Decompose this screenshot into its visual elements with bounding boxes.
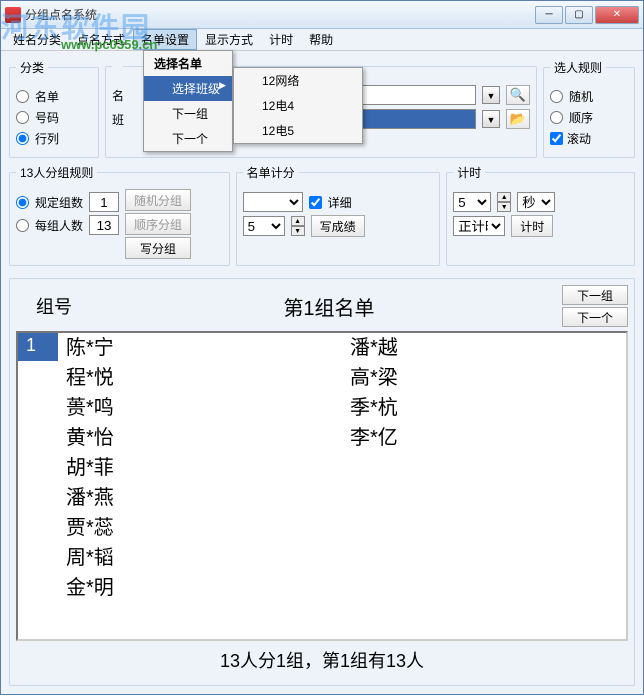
- btn-next-one[interactable]: 下一个: [562, 307, 628, 327]
- btn-order-group[interactable]: 顺序分组: [125, 213, 191, 235]
- spinner-up-icon[interactable]: ▲: [497, 192, 511, 202]
- dropdown-class-list: 12网络 12电4 12电5: [233, 67, 363, 144]
- checkbox-detail[interactable]: [309, 196, 322, 209]
- titlebar: 分组点名系统 ─ ▢ ✕: [1, 1, 643, 29]
- legend-list: [112, 59, 123, 73]
- select-timer-val[interactable]: 5: [453, 192, 491, 212]
- radio-group-count[interactable]: [16, 196, 29, 209]
- spinner-down-icon[interactable]: ▼: [291, 226, 305, 236]
- footer-summary: 13人分1组，第1组有13人: [16, 641, 628, 679]
- dropdown-select-class[interactable]: 选择班级: [144, 76, 232, 101]
- btn-next-group[interactable]: 下一组: [562, 285, 628, 305]
- dropdown-class-1[interactable]: 12网络: [234, 68, 362, 93]
- content-area: 分类 名单 号码 行列 名 单 ▼ 🔍 班 级 12网络 ▼ 📂: [1, 51, 643, 700]
- dropdown-next-group[interactable]: 下一组: [144, 101, 232, 126]
- list-item[interactable]: 周*韬: [66, 543, 334, 573]
- list-item[interactable]: 季*杭: [350, 393, 618, 423]
- spinner-up-icon[interactable]: ▲: [291, 216, 305, 226]
- list-item[interactable]: 李*亿: [350, 423, 618, 453]
- checkbox-scroll[interactable]: [550, 132, 563, 145]
- folder-open-icon[interactable]: 📂: [506, 109, 530, 129]
- dropdown-class-3[interactable]: 12电5: [234, 118, 362, 143]
- dropdown-list-settings: 选择名单 选择班级 下一组 下一个: [143, 50, 233, 152]
- names-column-right: 潘*越 高*梁 季*杭 李*亿: [342, 333, 626, 639]
- dropdown-arrow-icon[interactable]: ▼: [482, 110, 500, 128]
- fieldset-category: 分类 名单 号码 行列: [9, 59, 99, 158]
- select-score[interactable]: [243, 192, 303, 212]
- fieldset-main-list: 组号 第1组名单 下一组 下一个 1 陈*宁 程*悦 蒉*鸣 黄*怡: [9, 278, 635, 686]
- dropdown-arrow-icon[interactable]: ▼: [482, 86, 500, 104]
- menu-name-category[interactable]: 姓名分类: [5, 29, 69, 50]
- legend-rule: 选人规则: [550, 59, 606, 76]
- list-item[interactable]: 金*明: [66, 573, 334, 603]
- select-timer-mode[interactable]: 正计时: [453, 216, 505, 236]
- fieldset-grouping: 13人分组规则 规定组数 每组人数 随机分组 顺序分组 写分组: [9, 164, 230, 266]
- btn-write-group[interactable]: 写分组: [125, 237, 191, 259]
- dropdown-class-2[interactable]: 12电4: [234, 93, 362, 118]
- menu-call-method[interactable]: 点名方式: [69, 29, 133, 50]
- list-item[interactable]: 潘*越: [350, 333, 618, 363]
- list-item[interactable]: 黄*怡: [66, 423, 334, 453]
- app-icon: [5, 7, 21, 23]
- radio-rowcol[interactable]: [16, 132, 29, 145]
- menu-help[interactable]: 帮助: [301, 29, 341, 50]
- group-number-cell[interactable]: 1: [18, 333, 58, 361]
- dropdown-title: 选择名单: [144, 51, 232, 76]
- window-title: 分组点名系统: [25, 6, 535, 23]
- list-item[interactable]: 高*梁: [350, 363, 618, 393]
- fieldset-rule: 选人规则 随机 顺序 滚动: [543, 59, 635, 158]
- list-item[interactable]: 贾*蕊: [66, 513, 334, 543]
- names-listbox[interactable]: 1 陈*宁 程*悦 蒉*鸣 黄*怡 胡*菲 潘*燕 贾*蕊 周*韬 金*明: [16, 331, 628, 641]
- names-column-left: 陈*宁 程*悦 蒉*鸣 黄*怡 胡*菲 潘*燕 贾*蕊 周*韬 金*明: [58, 333, 342, 639]
- minimize-button[interactable]: ─: [535, 6, 563, 24]
- btn-timer[interactable]: 计时: [511, 215, 553, 237]
- list-item[interactable]: 胡*菲: [66, 453, 334, 483]
- close-button[interactable]: ✕: [595, 6, 639, 24]
- column-header-group: 组号: [16, 293, 96, 319]
- input-group-count[interactable]: [89, 192, 119, 212]
- list-item[interactable]: 蒉*鸣: [66, 393, 334, 423]
- fieldset-timer: 计时 5 ▲▼ 秒 正计时 计时: [446, 164, 635, 266]
- maximize-button[interactable]: ▢: [565, 6, 593, 24]
- legend-timer: 计时: [453, 164, 485, 181]
- list-item[interactable]: 陈*宁: [66, 333, 334, 363]
- fieldset-score: 名单计分 详细 5 ▲▼ 写成绩: [236, 164, 441, 266]
- radio-list[interactable]: [16, 90, 29, 103]
- dropdown-next-one[interactable]: 下一个: [144, 126, 232, 151]
- btn-write-score[interactable]: 写成绩: [311, 215, 365, 237]
- group-title: 第1组名单: [104, 292, 554, 321]
- select-score-val[interactable]: 5: [243, 216, 285, 236]
- legend-grouping: 13人分组规则: [16, 164, 97, 181]
- menu-display-mode[interactable]: 显示方式: [197, 29, 261, 50]
- menu-list-settings[interactable]: 名单设置: [133, 29, 197, 50]
- select-timer-unit[interactable]: 秒: [517, 192, 555, 212]
- legend-score: 名单计分: [243, 164, 299, 181]
- search-icon[interactable]: 🔍: [506, 85, 530, 105]
- radio-order[interactable]: [550, 111, 563, 124]
- spinner-down-icon[interactable]: ▼: [497, 202, 511, 212]
- list-item[interactable]: 程*悦: [66, 363, 334, 393]
- list-item[interactable]: 潘*燕: [66, 483, 334, 513]
- menu-timer[interactable]: 计时: [261, 29, 301, 50]
- menubar: 姓名分类 点名方式 名单设置 显示方式 计时 帮助 选择名单 选择班级 下一组 …: [1, 29, 643, 51]
- legend-category: 分类: [16, 59, 48, 76]
- app-window: 河东软件园 www.pc0359.cn 分组点名系统 ─ ▢ ✕ 姓名分类 点名…: [0, 0, 644, 695]
- radio-per-group[interactable]: [16, 219, 29, 232]
- btn-random-group[interactable]: 随机分组: [125, 189, 191, 211]
- radio-random[interactable]: [550, 90, 563, 103]
- radio-number[interactable]: [16, 111, 29, 124]
- input-per-group[interactable]: [89, 215, 119, 235]
